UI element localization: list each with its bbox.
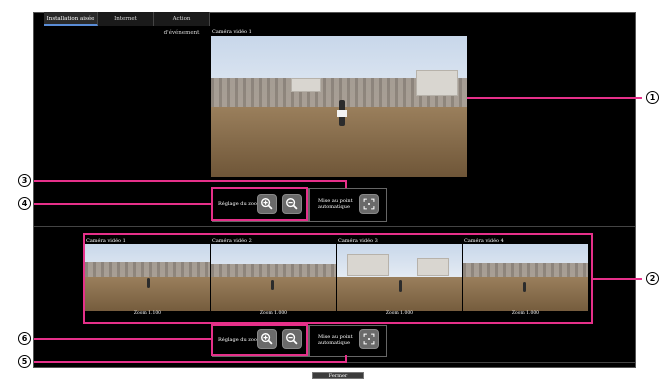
close-button[interactable]: Fermer (312, 372, 364, 379)
callout-line (34, 338, 211, 340)
autofocus-label: Mise au point automatique (318, 198, 353, 210)
thumbnail-highlight (83, 233, 593, 324)
callout-marker: 3 (18, 174, 31, 187)
callout-marker: 2 (646, 272, 659, 285)
callout-line (345, 180, 347, 188)
main-camera-video (211, 36, 467, 177)
callout-line (34, 180, 347, 182)
callout-line (467, 97, 642, 99)
autofocus-icon (363, 333, 375, 345)
tab-event-action[interactable]: Action d'événement (154, 12, 210, 36)
autofocus-label: Mise au point automatique (318, 334, 353, 346)
autofocus-button[interactable] (359, 194, 379, 214)
callout-line (345, 355, 347, 362)
callout-line (34, 203, 211, 205)
callout-marker: 6 (18, 332, 31, 345)
callout-line (593, 278, 642, 280)
callout-marker: 4 (18, 197, 31, 210)
autofocus-icon (363, 198, 375, 210)
zoom-highlight (211, 324, 308, 356)
callout-marker: 5 (18, 355, 31, 368)
tab-internet[interactable]: Internet (98, 12, 154, 26)
callout-line (34, 361, 347, 363)
autofocus-button[interactable] (359, 329, 379, 349)
zoom-highlight (211, 187, 308, 221)
section-divider (34, 226, 635, 227)
callout-marker: 1 (646, 91, 659, 104)
tab-easy-setup[interactable]: Installation aisée (44, 12, 98, 26)
main-camera-label: Caméra vidéo 1 (212, 29, 252, 35)
